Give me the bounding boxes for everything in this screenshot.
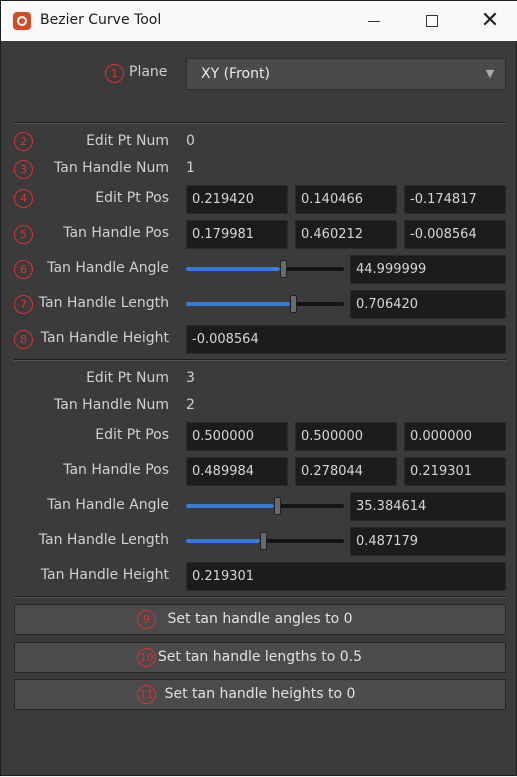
tan-handle-pos-z-field[interactable]: -0.008564 (404, 220, 506, 249)
edit-pt-num-label: Edit Pt Num (86, 133, 169, 149)
marker-4: 4 (14, 189, 33, 208)
slider-handle[interactable] (260, 532, 267, 550)
tan-handle-pos-z-field[interactable]: 0.219301 (404, 457, 506, 486)
divider (14, 596, 506, 598)
tan-handle-angle-label: Tan Handle Angle (47, 497, 169, 513)
tan-handle-length-field[interactable]: 0.706420 (350, 290, 506, 319)
marker-2: 2 (14, 132, 33, 151)
close-button[interactable]: ✕ (461, 1, 517, 41)
tan-handle-length-slider[interactable] (186, 295, 344, 313)
tan-handle-angle-slider[interactable] (186, 260, 344, 278)
minimize-icon (368, 20, 380, 22)
tool-panel: 1 Plane XY (Front) ▼ 2 Edit Pt Num 0 3 T… (1, 41, 517, 777)
tan-handle-angle-field[interactable]: 44.999999 (350, 255, 506, 284)
marker-1: 1 (105, 64, 124, 83)
tan-handle-pos-label: Tan Handle Pos (63, 462, 169, 478)
marker-6: 6 (14, 260, 33, 279)
tan-handle-angle-label: Tan Handle Angle (47, 260, 169, 276)
edit-pt-pos-z-field[interactable]: -0.174817 (404, 185, 506, 214)
slider-handle[interactable] (274, 497, 281, 515)
set-heights-zero-button[interactable]: Set tan handle heights to 0 (14, 679, 506, 710)
tan-handle-length-field[interactable]: 0.487179 (350, 527, 506, 556)
edit-pt-pos-label: Edit Pt Pos (95, 427, 169, 443)
edit-pt-pos-x-field[interactable]: 0.219420 (186, 185, 288, 214)
marker-8: 8 (14, 330, 33, 349)
set-angles-zero-button[interactable]: Set tan handle angles to 0 (14, 604, 506, 635)
marker-10: 10 (137, 648, 156, 667)
tan-handle-length-slider[interactable] (186, 532, 344, 550)
set-lengths-half-button[interactable]: Set tan handle lengths to 0.5 (14, 642, 506, 673)
set-heights-zero-label: Set tan handle heights to 0 (164, 686, 356, 702)
tan-handle-num-value: 2 (186, 397, 195, 413)
tan-handle-length-label: Tan Handle Length (38, 532, 169, 548)
plane-dropdown[interactable]: XY (Front) ▼ (186, 58, 506, 90)
edit-pt-pos-x-field[interactable]: 0.500000 (186, 422, 288, 451)
marker-5: 5 (14, 225, 33, 244)
tan-handle-height-field[interactable]: 0.219301 (186, 562, 506, 591)
edit-pt-pos-label: Edit Pt Pos (95, 190, 169, 206)
tan-handle-height-field[interactable]: -0.008564 (186, 325, 506, 354)
tan-handle-num-value: 1 (186, 160, 195, 176)
tan-handle-height-label: Tan Handle Height (40, 567, 169, 583)
close-icon: ✕ (480, 8, 500, 33)
set-lengths-half-label: Set tan handle lengths to 0.5 (157, 649, 363, 665)
edit-pt-num-value: 3 (186, 370, 195, 386)
chevron-down-icon: ▼ (485, 67, 495, 80)
edit-pt-num-label: Edit Pt Num (86, 370, 169, 386)
edit-pt-pos-y-field[interactable]: 0.140466 (295, 185, 397, 214)
app-icon (13, 12, 31, 30)
tan-handle-num-label: Tan Handle Num (54, 397, 169, 413)
plane-label: Plane (129, 64, 168, 80)
edit-pt-num-value: 0 (186, 133, 195, 149)
marker-9: 9 (137, 610, 156, 629)
edit-pt-pos-z-field[interactable]: 0.000000 (404, 422, 506, 451)
divider (14, 122, 506, 124)
divider (14, 359, 506, 361)
maximize-button[interactable] (403, 1, 461, 41)
marker-3: 3 (14, 160, 33, 179)
tan-handle-num-label: Tan Handle Num (54, 160, 169, 176)
edit-pt-pos-y-field[interactable]: 0.500000 (295, 422, 397, 451)
tan-handle-pos-x-field[interactable]: 0.489984 (186, 457, 288, 486)
title-bar: Bezier Curve Tool ✕ (1, 1, 517, 41)
maximize-icon (426, 15, 438, 27)
tan-handle-pos-y-field[interactable]: 0.278044 (295, 457, 397, 486)
slider-handle[interactable] (280, 260, 287, 278)
tan-handle-angle-field[interactable]: 35.384614 (350, 492, 506, 521)
minimize-button[interactable] (345, 1, 403, 41)
tan-handle-length-label: Tan Handle Length (38, 295, 169, 311)
plane-value: XY (Front) (201, 66, 270, 82)
marker-7: 7 (14, 295, 33, 314)
marker-11: 11 (137, 685, 156, 704)
tan-handle-pos-label: Tan Handle Pos (63, 225, 169, 241)
tan-handle-height-label: Tan Handle Height (40, 330, 169, 346)
set-angles-zero-label: Set tan handle angles to 0 (167, 611, 353, 627)
tan-handle-angle-slider[interactable] (186, 497, 344, 515)
slider-handle[interactable] (290, 295, 297, 313)
tan-handle-pos-y-field[interactable]: 0.460212 (295, 220, 397, 249)
tan-handle-pos-x-field[interactable]: 0.179981 (186, 220, 288, 249)
bezier-curve-tool-window: Bezier Curve Tool ✕ 1 Plane XY (Front) ▼… (0, 0, 517, 776)
window-title: Bezier Curve Tool (40, 12, 162, 28)
